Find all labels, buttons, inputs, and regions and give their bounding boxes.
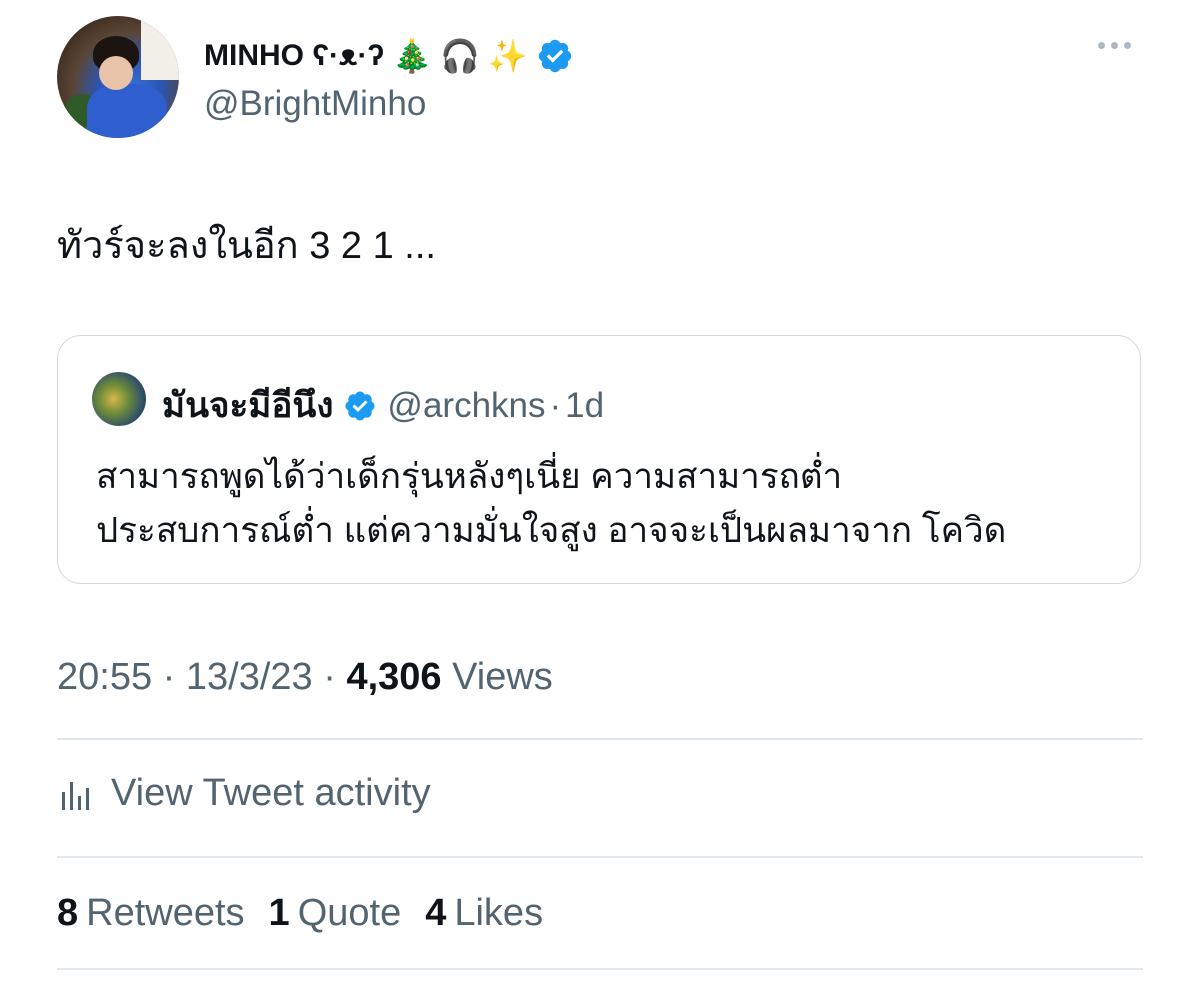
likes-count: 4: [425, 892, 447, 934]
engagement-stats: 8 Retweets 1 Quote 4 Likes: [57, 892, 543, 935]
divider: [57, 738, 1143, 740]
tweet-date[interactable]: 13/3/23: [186, 656, 313, 698]
sparkles-emoji: ✨: [487, 38, 528, 74]
quoted-text-line: สามารถพูดได้ว่าเด็กรุ่นหลังๆเนี่ย ความสา…: [96, 457, 843, 496]
views-label: Views: [452, 656, 553, 698]
bar-chart-icon: [62, 781, 89, 810]
quotes-count: 1: [268, 892, 290, 934]
quoted-tweet-text: สามารถพูดได้ว่าเด็กรุ่นหลังๆเนี่ย ความสา…: [96, 450, 1006, 558]
meta-separator: ·: [312, 656, 347, 698]
author-display-name-row[interactable]: MINHO ʕ·ᴥ·ʔ 🎄 🎧 ✨: [204, 34, 574, 78]
more-options-icon[interactable]: [1098, 42, 1131, 49]
headphones-emoji: 🎧: [439, 38, 480, 74]
quoted-verified-badge-icon: [345, 390, 375, 421]
tweet-text: ทัวร์จะลงในอีก 3 2 1 ...: [57, 225, 436, 267]
divider: [57, 968, 1143, 970]
quoted-text-line: ประสบการณ์ต่ำ แต่ความมั่นใจสูง อาจจะเป็น…: [96, 511, 1007, 550]
quoted-author-avatar[interactable]: [92, 372, 146, 426]
author-avatar[interactable]: [57, 16, 179, 138]
verified-badge-icon: [538, 39, 571, 73]
divider: [57, 856, 1143, 858]
quoted-author-handle: @archkns: [387, 385, 546, 425]
likes-stat[interactable]: 4 Likes: [425, 892, 543, 935]
view-tweet-activity-button[interactable]: View Tweet activity: [57, 772, 431, 815]
quotes-stat[interactable]: 1 Quote: [269, 892, 402, 935]
tweet-meta: 20:55 · 13/3/23 · 4,306 Views: [57, 656, 553, 699]
tweet-time[interactable]: 20:55: [57, 656, 152, 698]
retweets-label: Retweets: [86, 892, 245, 934]
author-display-name: MINHO ʕ·ᴥ·ʔ: [204, 39, 385, 72]
meta-separator: ·: [152, 656, 186, 698]
quoted-separator: ·: [549, 385, 562, 425]
quoted-tweet-card[interactable]: มันจะมีอีนึง @archkns · 1d สามารถพูดได้ว…: [57, 335, 1141, 584]
quoted-author-name: มันจะมีอีนึง: [162, 386, 334, 425]
quotes-label: Quote: [297, 892, 402, 934]
christmas-tree-emoji: 🎄: [392, 38, 432, 74]
quoted-age: 1d: [565, 385, 605, 425]
likes-label: Likes: [454, 892, 544, 934]
view-tweet-activity-label: View Tweet activity: [111, 772, 431, 814]
views-count: 4,306: [346, 656, 442, 698]
retweets-stat[interactable]: 8 Retweets: [57, 892, 245, 935]
quoted-tweet-header: มันจะมีอีนึง @archkns · 1d: [162, 378, 604, 433]
retweets-count: 8: [57, 892, 79, 934]
author-handle[interactable]: @BrightMinho: [204, 84, 426, 124]
